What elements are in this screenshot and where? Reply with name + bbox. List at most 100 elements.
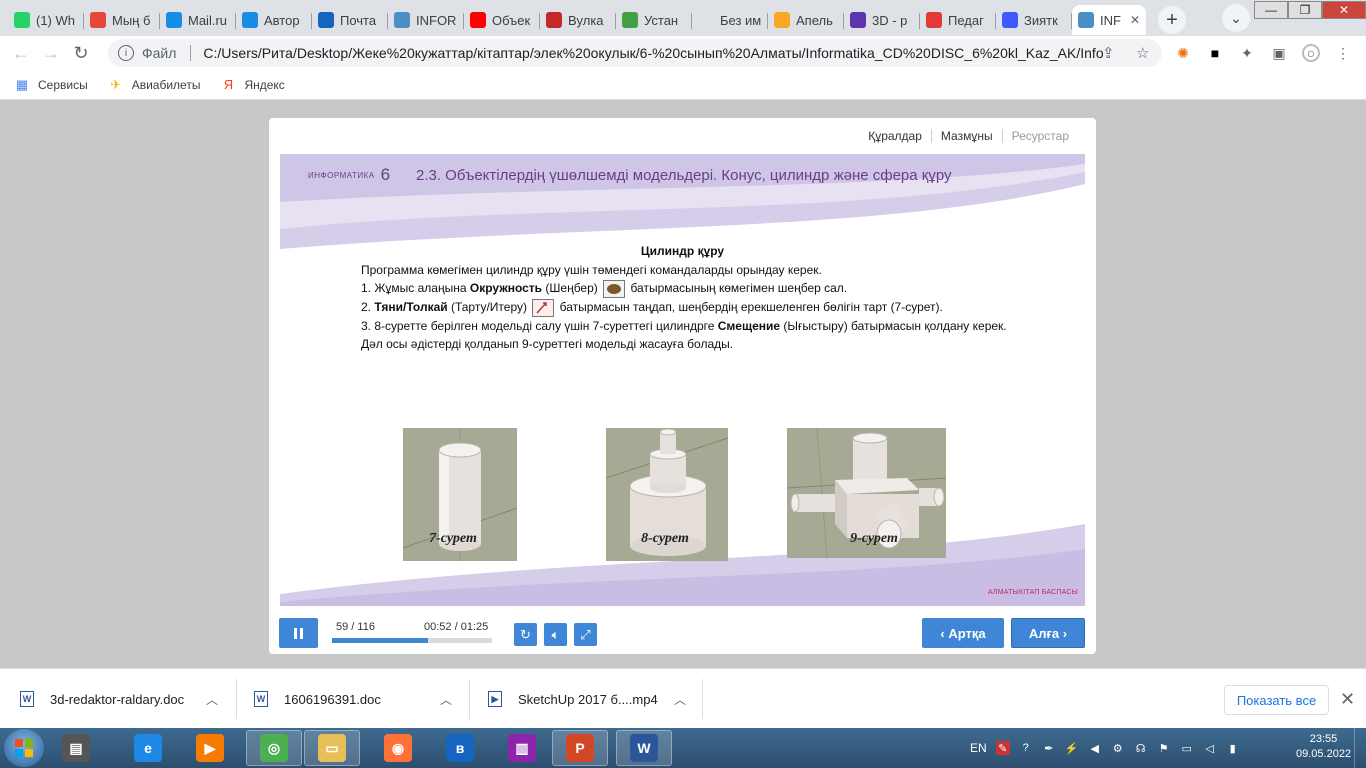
speaker-muted-icon[interactable]: ◀	[1088, 741, 1102, 755]
presentation-player: Құралдар Мазмұны Ресурстар ИНФОРМАТИКА 6…	[269, 118, 1096, 654]
language-indicator[interactable]: EN	[970, 741, 987, 755]
fullscreen-icon[interactable]: ⤢	[574, 623, 597, 646]
browser-tab[interactable]: (1) Wh	[8, 5, 84, 35]
share-icon[interactable]: ⇪	[1102, 44, 1115, 62]
resources-link[interactable]: Ресурстар	[1001, 129, 1078, 143]
bluetooth-icon: ʙ	[446, 734, 474, 762]
figure-9-caption: 9-сурет	[850, 531, 898, 546]
tab-search-chevron-icon[interactable]: ⌄	[1222, 4, 1250, 32]
youtube-icon	[470, 12, 486, 28]
battery-icon[interactable]: ▭	[1180, 741, 1194, 755]
taskbar-app[interactable]: ◉	[370, 730, 426, 766]
tray-flag-icon[interactable]: ⚑	[1157, 741, 1171, 755]
taskbar-app[interactable]: W	[616, 730, 672, 766]
browser-tab[interactable]: Зиятк	[996, 5, 1072, 35]
info-icon[interactable]: i	[118, 45, 134, 61]
taskbar-app[interactable]: ʙ	[432, 730, 488, 766]
antivirus-icon[interactable]: ⚙	[1111, 741, 1125, 755]
bookmark-item[interactable]: ▦ Сервисы	[14, 77, 88, 93]
tray-app-icon[interactable]: ✎	[995, 741, 1010, 755]
download-filename: SketchUp 2017 б....mp4	[518, 691, 658, 707]
browser-tab[interactable]: 3D - р	[844, 5, 920, 35]
contents-link[interactable]: Мазмұны	[930, 129, 1002, 143]
side-panel-icon[interactable]: ▣	[1270, 44, 1288, 62]
reload-icon[interactable]: ↻	[66, 43, 96, 64]
taskbar-app[interactable]: P	[552, 730, 608, 766]
new-tab-button[interactable]: +	[1158, 6, 1186, 34]
download-item[interactable]: W 1606196391.doc ︿	[254, 669, 454, 729]
next-button[interactable]: Алға ›	[1011, 618, 1085, 648]
brand-label: ИНФОРМАТИКА	[308, 170, 375, 180]
chevron-up-icon[interactable]: ︿	[674, 691, 686, 708]
taskbar-app[interactable]: ▤	[48, 730, 104, 766]
pause-button[interactable]	[279, 618, 318, 648]
extension-icon[interactable]: ✺	[1174, 44, 1192, 62]
url-text[interactable]: C:/Users/Рита/Desktop/Жеке%20кужаттар/кі…	[203, 45, 1103, 61]
chevron-up-icon[interactable]: ︿	[206, 691, 218, 708]
browser-tab[interactable]: Объек	[464, 5, 540, 35]
tools-link[interactable]: Құралдар	[859, 129, 931, 143]
forward-arrow-icon[interactable]: →	[36, 43, 66, 64]
progress-bar[interactable]	[332, 638, 492, 643]
back-button[interactable]: ‹ Артқа	[922, 618, 1004, 648]
bookmark-item[interactable]: ✈ Авиабилеты	[108, 77, 200, 93]
wifi-icon[interactable]: ▮	[1226, 741, 1240, 755]
word-doc-icon: W	[254, 691, 268, 707]
back-arrow-icon[interactable]: ←	[6, 43, 36, 64]
bookmark-item[interactable]: Я Яндекс	[220, 77, 285, 93]
start-button[interactable]	[4, 729, 44, 767]
browser-tab[interactable]: INFOR	[388, 5, 464, 35]
close-window-button[interactable]: ✕	[1322, 1, 1366, 19]
close-tab-icon[interactable]: ✕	[1130, 13, 1140, 27]
close-downloads-icon[interactable]: ✕	[1340, 689, 1355, 710]
powerpoint-icon: P	[566, 734, 594, 762]
pen-icon[interactable]: ✒	[1042, 741, 1056, 755]
browser-tab[interactable]: Почта	[312, 5, 388, 35]
download-filename: 3d-redaktor-raldary.doc	[50, 691, 185, 707]
chevron-up-icon[interactable]: ︿	[440, 691, 452, 708]
step-3-command: Смещение	[717, 318, 781, 333]
show-desktop-button[interactable]	[1354, 728, 1366, 768]
minimize-button[interactable]: —	[1254, 1, 1288, 19]
browser-tab[interactable]: Mail.ru	[160, 5, 236, 35]
browser-tab[interactable]: INF ✕	[1072, 5, 1146, 35]
step-3-prefix: 3. 8-суретте берілген модельді салу үшін…	[361, 318, 718, 333]
maximize-button[interactable]: ❐	[1288, 1, 1322, 19]
profile-avatar-icon[interactable]: ○	[1302, 44, 1320, 62]
extension-icons: ✺ ■ ✦ ▣ ○ ⋮	[1174, 44, 1352, 62]
address-bar[interactable]: i Файл C:/Users/Рита/Desktop/Жеке%20кужа…	[108, 39, 1162, 67]
headset-icon[interactable]: ☊	[1134, 741, 1148, 755]
browser-tab[interactable]: Апель	[768, 5, 844, 35]
browser-tab[interactable]: Педаг	[920, 5, 996, 35]
puzzle-icon[interactable]: ✦	[1238, 44, 1256, 62]
browser-tab[interactable]: Устан	[616, 5, 692, 35]
browser-tab[interactable]: Вулка	[540, 5, 616, 35]
show-all-downloads-button[interactable]: Показать все	[1224, 685, 1329, 715]
progress-fill	[332, 638, 428, 643]
network-icon[interactable]: ⚡	[1065, 741, 1079, 755]
taskbar-app[interactable]: ◎	[246, 730, 302, 766]
taskbar-app[interactable]: e	[120, 730, 176, 766]
apps-grid-icon: ▦	[15, 76, 29, 92]
browser-tab[interactable]: Мың б	[84, 5, 160, 35]
book-brand: ИНФОРМАТИКА 6	[308, 165, 391, 185]
replay-icon[interactable]: ↻	[514, 623, 537, 646]
help-icon[interactable]: ?	[1019, 741, 1033, 755]
download-divider	[469, 679, 470, 719]
taskbar-app[interactable]: ▭	[304, 730, 360, 766]
download-item[interactable]: W 3d-redaktor-raldary.doc ︿	[20, 669, 220, 729]
system-clock[interactable]: 23:55 09.05.2022	[1296, 732, 1351, 762]
taskbar-app[interactable]: ▥	[494, 730, 550, 766]
menu-dots-icon[interactable]: ⋮	[1334, 44, 1352, 62]
browser-tab[interactable]: Автор	[236, 5, 312, 35]
bookmark-star-icon[interactable]: ☆	[1136, 44, 1149, 62]
tab-label: (1) Wh	[36, 12, 75, 28]
section-heading: Цилиндр құру	[640, 244, 725, 258]
download-item[interactable]: ▶ SketchUp 2017 б....mp4 ︿	[488, 669, 688, 729]
extension-square-icon[interactable]: ■	[1206, 44, 1224, 62]
back-button-label: Артқа	[948, 625, 986, 641]
volume-tray-icon[interactable]: ◁	[1203, 741, 1217, 755]
taskbar-app[interactable]: ▶	[182, 730, 238, 766]
browser-tab[interactable]: Без им	[692, 5, 768, 35]
volume-icon[interactable]: 🔈︎	[544, 623, 567, 646]
